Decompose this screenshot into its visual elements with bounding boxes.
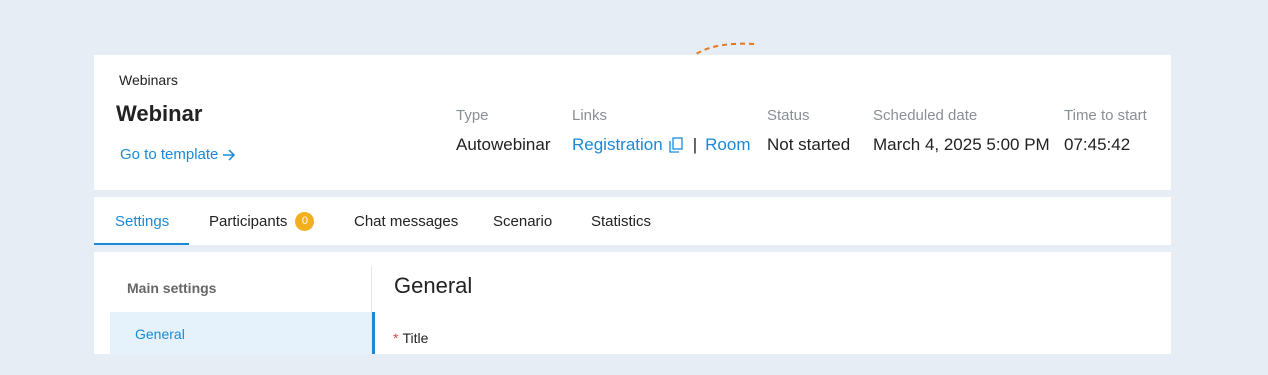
participants-count-badge: 0 [295, 211, 315, 231]
status-label: Status [767, 107, 810, 124]
page-title: Webinar [116, 101, 203, 126]
title-field-label: * Title [393, 330, 428, 346]
links-label: Links [572, 107, 608, 124]
tab-scenario-label: Scenario [493, 212, 553, 230]
tab-scenario[interactable]: Scenario [493, 197, 552, 245]
title-field-label-text: Title [402, 330, 429, 346]
tab-chat-messages-label: Chat messages [354, 212, 459, 230]
section-title: General [394, 273, 473, 298]
copy-icon[interactable] [669, 137, 683, 153]
tab-participants-label: Participants [209, 212, 288, 230]
links-value: Registration | Room [572, 135, 751, 155]
tab-participants[interactable]: Participants 0 [209, 197, 315, 245]
go-to-template-label: Go to template [120, 146, 219, 163]
scheduled-date-value: March 4, 2025 5:00 PM [873, 135, 1050, 154]
settings-content: Main settings General General * Title [94, 252, 1171, 354]
go-to-template-link[interactable]: Go to template [120, 146, 236, 163]
links-column: Links Registration | Room [572, 107, 751, 155]
status-column: Status Not started [767, 107, 850, 155]
tab-chat-messages[interactable]: Chat messages [354, 197, 458, 245]
tab-settings[interactable]: Settings [115, 197, 169, 245]
sidebar-title: Main settings [127, 280, 217, 296]
active-tab-indicator [94, 243, 189, 245]
tab-statistics[interactable]: Statistics [591, 197, 651, 245]
time-to-start-column: Time to start 07:45:42 [1064, 107, 1147, 155]
time-to-start-label: Time to start [1064, 107, 1147, 124]
sidebar-item-general[interactable]: General [110, 312, 375, 354]
type-label: Type [456, 107, 489, 124]
divider [371, 266, 372, 354]
type-value: Autowebinar [456, 135, 551, 154]
tab-bar: Settings Participants 0 Chat messages Sc… [94, 197, 1171, 245]
tab-settings-label: Settings [115, 212, 170, 230]
type-column: Type Autowebinar [456, 107, 551, 155]
time-to-start-value: 07:45:42 [1064, 135, 1131, 154]
webinar-header: Webinars Webinar Go to template Type Aut… [94, 55, 1171, 190]
scheduled-date-column: Scheduled date March 4, 2025 5:00 PM [873, 107, 1050, 155]
scheduled-date-label: Scheduled date [873, 107, 978, 124]
room-link[interactable]: Room [705, 135, 750, 155]
sidebar-item-label: General [135, 326, 185, 342]
registration-link[interactable]: Registration [572, 135, 663, 155]
tab-statistics-label: Statistics [591, 212, 652, 230]
status-value: Not started [767, 135, 851, 154]
required-marker: * [393, 330, 399, 346]
breadcrumb[interactable]: Webinars [119, 72, 178, 88]
arrow-right-icon [223, 148, 236, 161]
link-separator: | [692, 135, 698, 154]
